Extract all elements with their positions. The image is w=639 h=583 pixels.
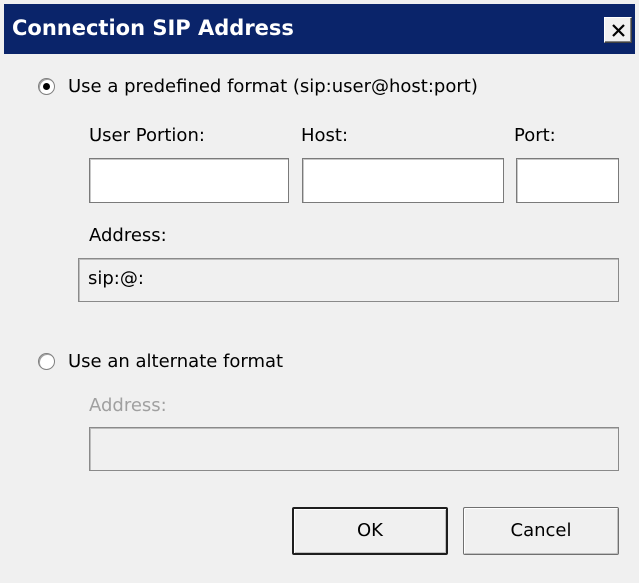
- predefined-address-field: sip:@:: [78, 258, 619, 302]
- port-input[interactable]: [516, 158, 619, 203]
- close-button[interactable]: [604, 17, 632, 43]
- predefined-address-value: sip:@:: [88, 268, 144, 289]
- alternate-address-label: Address:: [89, 395, 167, 416]
- connection-sip-address-dialog: Connection SIP Address Use a predefined …: [0, 0, 639, 583]
- user-portion-input[interactable]: [89, 158, 289, 203]
- radio-alternate-format[interactable]: [38, 353, 55, 370]
- alternate-address-input[interactable]: [89, 427, 619, 471]
- radio-selected-dot: [43, 83, 50, 90]
- close-icon: [612, 24, 625, 37]
- title-bar[interactable]: Connection SIP Address: [4, 4, 635, 54]
- predefined-address-label: Address:: [89, 225, 167, 246]
- radio-predefined-format[interactable]: [38, 78, 55, 95]
- ok-button[interactable]: OK: [292, 507, 448, 555]
- radio-predefined-label[interactable]: Use a predefined format (sip:user@host:p…: [68, 76, 478, 97]
- cancel-button[interactable]: Cancel: [463, 507, 619, 555]
- host-label: Host:: [301, 125, 349, 146]
- host-input[interactable]: [302, 158, 504, 203]
- port-label: Port:: [514, 125, 556, 146]
- dialog-title: Connection SIP Address: [12, 16, 294, 40]
- radio-alternate-label[interactable]: Use an alternate format: [68, 351, 283, 372]
- user-portion-label: User Portion:: [89, 125, 205, 146]
